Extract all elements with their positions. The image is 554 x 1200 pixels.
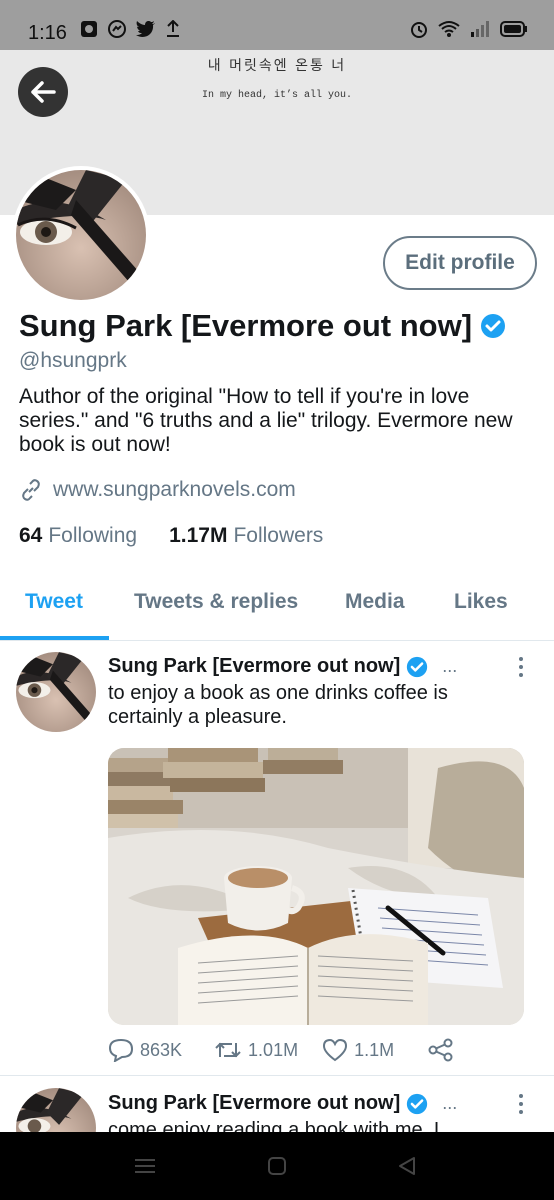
retweet-button[interactable]: 1.01M	[214, 1039, 298, 1061]
twitter-bird-icon	[136, 21, 155, 37]
edit-profile-button[interactable]: Edit profile	[383, 236, 537, 290]
status-time: 1:16	[28, 22, 67, 44]
tweet-author-name[interactable]: Sung Park [Evermore out now]	[108, 1092, 400, 1115]
tab-tweet[interactable]: Tweet	[25, 590, 83, 614]
menu-nav-icon[interactable]	[134, 1158, 156, 1174]
profile-avatar[interactable]	[12, 166, 150, 304]
following-count[interactable]: 64	[19, 524, 42, 548]
following-label[interactable]: Following	[48, 524, 137, 548]
retweet-icon	[215, 1042, 241, 1058]
retweet-count: 1.01M	[248, 1039, 299, 1060]
reply-icon	[108, 1038, 134, 1062]
system-icons	[410, 20, 528, 38]
tweet-author-name[interactable]: Sung Park [Evermore out now]	[108, 655, 400, 678]
profile-tabs: Tweet Tweets & replies Media Likes	[0, 570, 554, 640]
system-navigation-bar	[0, 1132, 554, 1200]
tweet-more-menu-icon[interactable]	[514, 657, 528, 677]
followers-count[interactable]: 1.17M	[169, 524, 227, 548]
upload-icon	[167, 20, 179, 37]
wifi-icon	[438, 21, 460, 37]
tweet-divider	[0, 1075, 554, 1076]
tab-tweets-replies[interactable]: Tweets & replies	[134, 590, 298, 614]
verified-badge-icon	[407, 656, 428, 677]
profile-name-row: Sung Park [Evermore out now]	[19, 308, 506, 344]
tweet-avatar-image	[16, 652, 96, 732]
coffee-book-photo	[108, 748, 524, 1025]
avatar-eye-image	[16, 170, 146, 300]
link-icon	[22, 479, 40, 501]
messenger-icon	[108, 20, 126, 38]
verified-badge-icon	[407, 1093, 428, 1114]
like-count: 1.1M	[354, 1039, 395, 1060]
reply-button[interactable]: 863K	[108, 1038, 182, 1062]
follow-stats: 64 Following 1.17M Followers	[19, 524, 323, 548]
banner-english-text: In my head, it’s all you.	[201, 90, 353, 101]
back-arrow-icon	[31, 81, 56, 103]
share-icon	[428, 1038, 453, 1062]
verified-badge-icon	[481, 314, 506, 338]
heart-icon	[323, 1038, 348, 1062]
tweet-actions: 863K 1.01M 1.1M	[108, 1038, 454, 1062]
battery-icon	[500, 21, 527, 37]
tweet-avatar[interactable]	[16, 652, 96, 732]
profile-name: Sung Park [Evermore out now]	[19, 308, 473, 343]
alarm-icon	[411, 22, 427, 38]
status-bar: 1:16	[0, 0, 554, 50]
like-button[interactable]: 1.1M	[322, 1038, 394, 1062]
tweet-more-menu-icon[interactable]	[514, 1094, 528, 1114]
tabs-divider	[0, 640, 554, 641]
followers-label[interactable]: Followers	[233, 524, 323, 548]
notification-icons	[80, 20, 180, 38]
profile-handle: @hsungprk	[19, 349, 127, 372]
tab-media[interactable]: Media	[345, 590, 405, 614]
tweet-image[interactable]	[108, 748, 524, 1025]
profile-bio: Author of the original "How to tell if y…	[19, 385, 513, 456]
share-button[interactable]	[428, 1038, 454, 1062]
tweet-text: to enjoy a book as one drinks coffee is …	[108, 682, 448, 728]
tweet-header-ellipsis: ...	[442, 1093, 458, 1113]
back-button[interactable]	[18, 67, 68, 117]
profile-website-row[interactable]: www.sungparknovels.com	[19, 478, 296, 502]
notification-app-icon	[81, 21, 97, 37]
reply-count: 863K	[140, 1039, 183, 1060]
signal-icon	[471, 21, 489, 37]
tweet-header: Sung Park [Evermore out now] ...	[108, 1092, 457, 1115]
back-nav-icon[interactable]	[397, 1156, 417, 1176]
profile-website-link[interactable]: www.sungparknovels.com	[53, 478, 296, 502]
tab-likes[interactable]: Likes	[454, 590, 508, 614]
home-nav-icon[interactable]	[267, 1156, 287, 1176]
banner-korean-text: 내 머릿속엔 온통 너	[207, 58, 347, 74]
tweet-header: Sung Park [Evermore out now] ...	[108, 655, 457, 678]
tweet-header-ellipsis: ...	[442, 656, 458, 676]
